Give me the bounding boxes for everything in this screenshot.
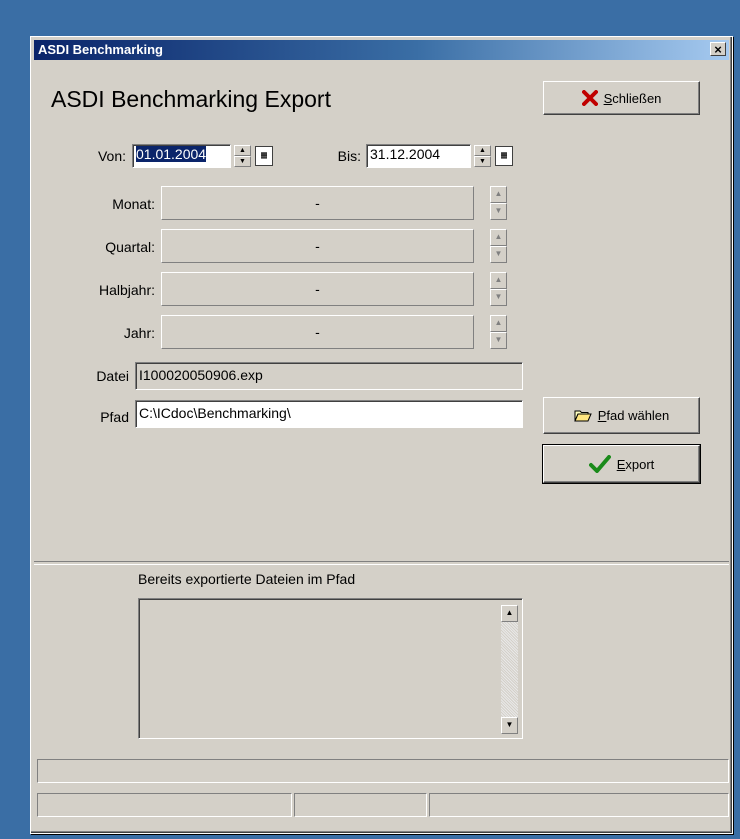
from-calendar-icon[interactable]: ▦ [255,146,273,166]
from-label: Von: [97,148,126,164]
quarter-selector[interactable]: - [161,229,474,263]
spin-down-icon[interactable]: ▼ [490,246,507,263]
scroll-down-icon[interactable]: ▼ [501,717,518,734]
to-date-field[interactable]: 31.12.2004 [366,144,471,168]
status-panel [37,759,729,783]
divider [34,561,729,565]
spin-down-icon[interactable]: ▼ [490,332,507,349]
quarter-label: Quartal: [105,239,155,255]
file-label: Datei [96,368,129,384]
path-label: Pfad [100,409,129,425]
window-title: ASDI Benchmarking [38,42,163,57]
spin-up-icon[interactable]: ▲ [490,272,507,289]
red-x-icon [581,90,598,106]
export-button-label: Export [616,456,655,472]
month-spinner[interactable]: ▲ ▼ [490,186,507,220]
year-spinner[interactable]: ▲ ▼ [490,315,507,349]
spin-down-icon[interactable]: ▼ [474,156,491,167]
spin-down-icon[interactable]: ▼ [490,289,507,306]
month-selector[interactable]: - [161,186,474,220]
spin-up-icon[interactable]: ▲ [234,145,251,156]
choose-path-button[interactable]: Pfad wählen [543,397,700,434]
list-scrollbar[interactable]: ▲ ▼ [501,605,518,734]
spin-up-icon[interactable]: ▲ [490,186,507,203]
dialog-window: ASDI Benchmarking × ASDI Benchmarking Ex… [30,36,733,834]
quarter-spinner[interactable]: ▲ ▼ [490,229,507,263]
spin-down-icon[interactable]: ▼ [490,203,507,220]
status-bar-section-3 [429,793,729,817]
to-label: Bis: [337,148,361,164]
year-label: Jahr: [123,325,155,341]
spin-down-icon[interactable]: ▼ [234,156,251,167]
half-year-label: Halbjahr: [98,282,155,298]
file-name-field: I100020050906.exp [135,362,523,390]
exported-files-list[interactable]: ▲ ▼ [138,598,523,739]
status-bar-section-1 [37,793,292,817]
scroll-up-icon[interactable]: ▲ [501,605,518,622]
from-date-value: 01.01.2004 [136,146,207,162]
status-bar-section-2 [294,793,427,817]
half-year-spinner[interactable]: ▲ ▼ [490,272,507,306]
from-date-spinner[interactable]: ▲ ▼ [234,145,251,167]
path-field[interactable]: C:\ICdoc\Benchmarking\ [135,400,523,428]
choose-path-label: Pfad wählen [597,408,670,423]
window-close-button[interactable]: × [710,42,726,56]
to-calendar-icon[interactable]: ▦ [495,146,513,166]
spin-up-icon[interactable]: ▲ [490,229,507,246]
close-button-label: Schließen [603,90,662,106]
close-button[interactable]: Schließen [543,81,700,115]
half-year-selector[interactable]: - [161,272,474,306]
page-title: ASDI Benchmarking Export [51,86,331,112]
folder-open-icon [573,410,592,421]
spin-up-icon[interactable]: ▲ [474,145,491,156]
from-date-field[interactable]: 01.01.2004 [132,144,231,168]
title-bar[interactable]: ASDI Benchmarking × [34,40,729,60]
to-date-spinner[interactable]: ▲ ▼ [474,145,491,167]
year-selector[interactable]: - [161,315,474,349]
spin-up-icon[interactable]: ▲ [490,315,507,332]
export-button[interactable]: Export [542,444,701,484]
green-check-icon [588,455,611,473]
month-label: Monat: [112,196,155,212]
exported-files-label: Bereits exportierte Dateien im Pfad [138,571,356,587]
